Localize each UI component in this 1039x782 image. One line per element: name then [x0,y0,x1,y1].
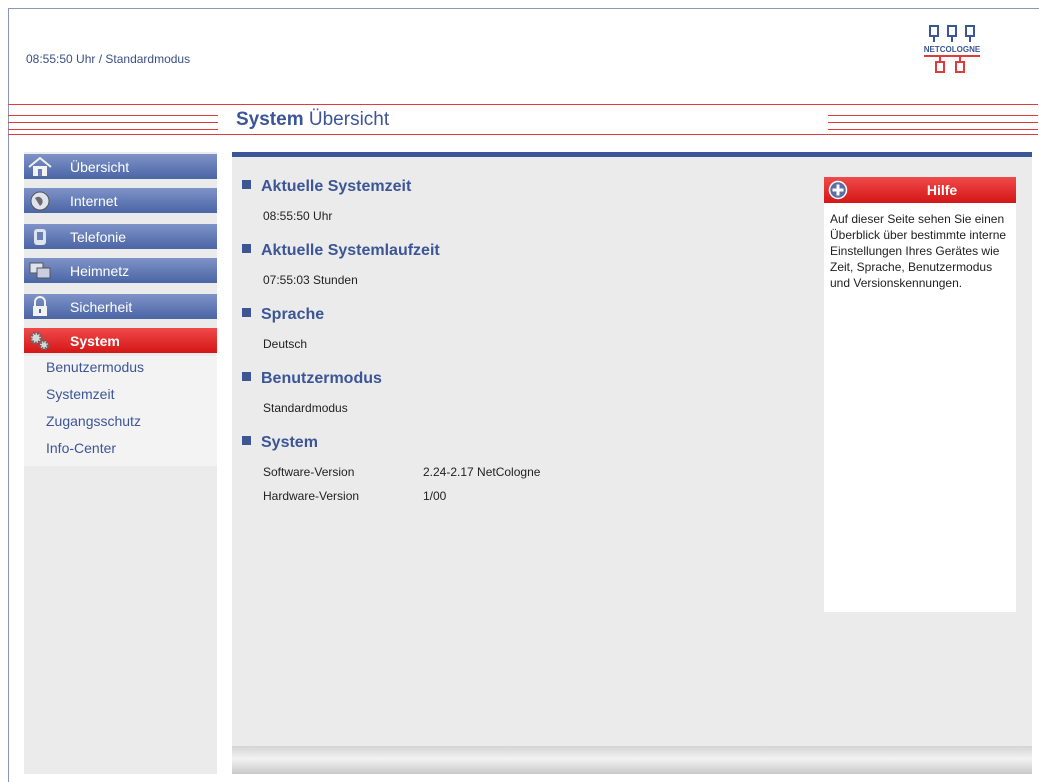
laufzeit-value: 07:55:03 Stunden [263,273,358,287]
sidebar: Übersicht Internet Telefonie Heimnetz Si… [24,152,217,774]
nav-label-heimnetz: Heimnetz [70,263,130,279]
house-icon [26,154,54,179]
section-heading-benutzermodus: Benutzermodus [242,370,382,388]
netcologne-logo: NETCOLOGNE [924,25,981,73]
bullet-square-icon [242,372,251,382]
nav-label-uebersicht: Übersicht [70,159,130,175]
bullet-square-icon [242,436,251,446]
page-title: System Übersicht [236,109,389,131]
bullet-square-icon [242,180,251,190]
section-heading-sprache: Sprache [242,306,324,324]
monitors-icon [26,258,54,283]
software-version-label: Software-Version [263,465,355,479]
main-content: Aktuelle Systemzeit 08:55:50 Uhr Aktuell… [232,152,1032,747]
red-line-right-3 [828,129,1038,130]
nav-label-internet: Internet [70,193,118,209]
subnav-item-benutzermodus[interactable]: Benutzermodus [46,359,144,375]
hardware-version-value: 1/00 [423,489,447,503]
subnav-item-zugangsschutz[interactable]: Zugangsschutz [46,413,141,429]
subnav-item-info-center[interactable]: Info-Center [46,440,116,456]
help-text: Auf dieser Seite sehen Sie einen Überbli… [830,212,1007,290]
page-title-bold: System [236,109,304,130]
red-line-left-2 [8,122,218,123]
gears-icon [26,328,54,353]
nav-item-sicherheit[interactable]: Sicherheit [24,294,217,319]
nav-item-heimnetz[interactable]: Heimnetz [24,258,217,283]
section-heading-laufzeit: Aktuelle Systemlaufzeit [242,242,440,260]
red-divider-top [8,104,1038,105]
section-heading-text: Aktuelle Systemzeit [261,178,412,195]
nav-item-uebersicht[interactable]: Übersicht [24,154,217,179]
help-panel: Hilfe Auf dieser Seite sehen Sie einen Ü… [824,177,1016,612]
help-title: Hilfe [926,182,958,198]
benutzermodus-value: Standardmodus [263,401,348,415]
subnav: Benutzermodus Systemzeit Zugangsschutz I… [24,356,217,466]
nav-item-system[interactable]: System [24,328,217,353]
nav-label-telefonie: Telefonie [70,229,127,245]
hardware-version-label: Hardware-Version [263,489,360,503]
red-line-left-1 [8,115,218,116]
footer-bar [232,746,1032,774]
section-heading-text: Aktuelle Systemlaufzeit [261,242,440,259]
section-heading-text: Sprache [261,306,325,323]
software-version-value: 2.24-2.17 NetCologne [423,465,541,479]
help-header[interactable]: Hilfe [824,177,1016,203]
nav-label-sicherheit: Sicherheit [70,299,133,315]
nav-label-system: System [70,333,120,349]
status-line: 08:55:50 Uhr / Standardmodus [26,52,191,66]
red-divider-bottom [8,134,1038,135]
bullet-square-icon [242,308,251,318]
nav-item-internet[interactable]: Internet [24,188,217,213]
sprache-value: Deutsch [263,337,308,351]
page-title-rest: Übersicht [303,109,390,130]
section-heading-systemzeit: Aktuelle Systemzeit [242,178,411,196]
section-heading-text: Benutzermodus [261,370,382,387]
subnav-item-systemzeit[interactable]: Systemzeit [46,386,114,402]
systemzeit-value: 08:55:50 Uhr [263,209,333,223]
section-heading-text: System [261,434,318,451]
red-line-right-1 [828,115,1038,116]
red-line-left-3 [8,129,218,130]
globe-icon [26,188,54,213]
phone-icon [26,224,54,249]
svg-text:NETCOLOGNE: NETCOLOGNE [924,45,981,54]
section-heading-system: System [242,434,318,452]
red-line-right-2 [828,122,1038,123]
nav-item-telefonie[interactable]: Telefonie [24,224,217,249]
bullet-square-icon [242,244,251,254]
lock-icon [26,294,54,319]
